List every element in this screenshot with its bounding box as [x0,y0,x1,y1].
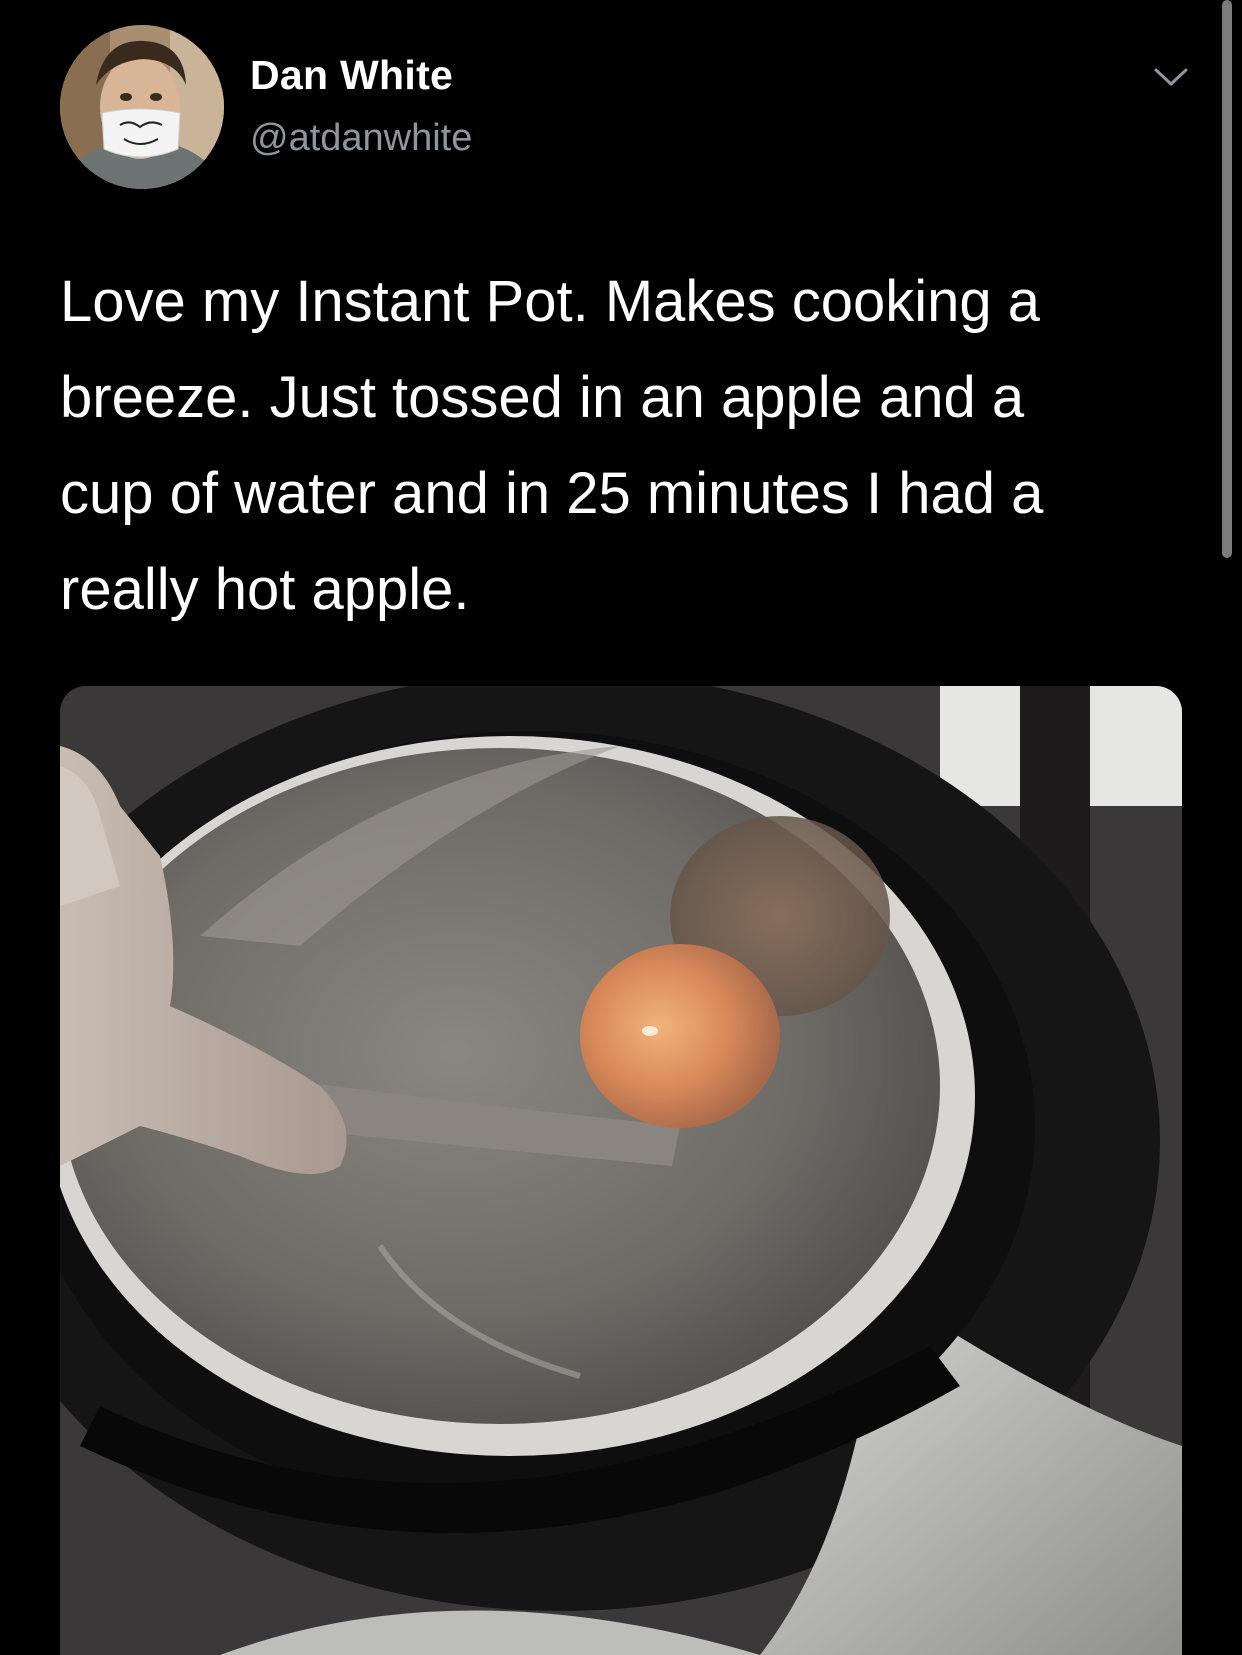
tweet-text-line: Love my Instant Pot. Makes cooking a [60,269,1041,334]
instant-pot-photo [60,686,1182,1655]
tweet-photo[interactable] [60,686,1182,1655]
avatar-image [60,25,224,189]
tweet: Dan White @atdanwhite Love my Instant Po… [0,0,1242,1655]
tweet-text-line: breeze. Just tossed in an apple and a [60,365,1025,430]
user-handle[interactable]: @atdanwhite [250,117,472,160]
avatar[interactable] [60,25,224,189]
tweet-text-line: really hot apple. [60,557,470,622]
scrollbar[interactable] [1222,0,1232,558]
chevron-down-icon[interactable] [1148,60,1194,94]
tweet-text-line: cup of water and in 25 minutes I had a [60,461,1044,526]
user-display-name[interactable]: Dan White [250,52,453,99]
tweet-text: Love my Instant Pot. Makes cooking a bre… [60,254,1190,638]
